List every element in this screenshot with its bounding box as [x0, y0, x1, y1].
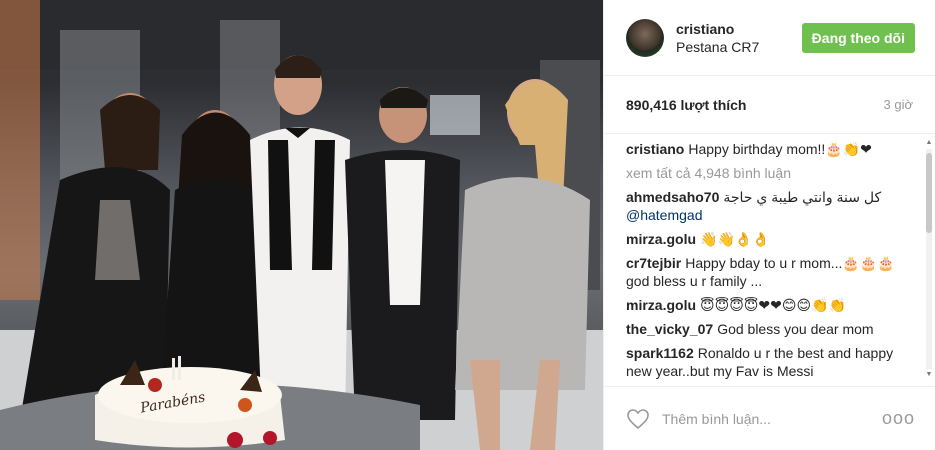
comment-text: كل سنة وانتي طيبة ي حاجة: [723, 189, 882, 205]
caption-username[interactable]: cristiano: [626, 141, 684, 157]
comment-item: the_vicky_07 God bless you dear mom: [626, 320, 913, 338]
post-header: cristiano Pestana CR7 Đang theo dõi: [604, 0, 935, 76]
post-photo[interactable]: Parabéns: [0, 0, 603, 450]
author-username[interactable]: cristiano: [676, 20, 802, 38]
comment-mention[interactable]: @hatemgad: [626, 207, 702, 223]
comments-scrollbar[interactable]: ▲ ▼: [925, 139, 933, 379]
more-options-icon[interactable]: ooo: [882, 408, 915, 429]
avatar[interactable]: [626, 18, 664, 57]
comment-item: mirza.golu 👋👋👌👌: [626, 230, 913, 248]
add-comment-input[interactable]: Thêm bình luận...: [662, 411, 882, 427]
comment-item: cr7tejbir Happy bday to u r mom...🎂🎂🎂 god…: [626, 254, 913, 290]
post-stats: 890,416 lượt thích 3 giờ: [604, 76, 935, 134]
caption-text: Happy birthday mom!!🎂👏❤: [688, 141, 872, 157]
author-info: cristiano Pestana CR7: [676, 20, 802, 56]
comment-text: 😇😇😇😇❤❤😊😊👏👏: [700, 297, 846, 313]
comment-text: 👋👋👌👌: [700, 231, 770, 247]
heart-outline-icon[interactable]: [626, 408, 650, 430]
post-time[interactable]: 3 giờ: [884, 97, 914, 112]
comment-username[interactable]: mirza.golu: [626, 297, 696, 313]
comment-item: ahmedsaho70 كل سنة وانتي طيبة ي حاجة @hat…: [626, 188, 913, 224]
comment-username[interactable]: mirza.golu: [626, 231, 696, 247]
comment-username[interactable]: spark1162: [626, 345, 694, 361]
following-button[interactable]: Đang theo dõi: [801, 22, 915, 53]
comment-username[interactable]: the_vicky_07: [626, 321, 713, 337]
instagram-post: Parabéns cristiano Pestana CR7 Đang theo…: [0, 0, 935, 450]
post-sidebar: cristiano Pestana CR7 Đang theo dõi 890,…: [603, 0, 935, 450]
caption: cristiano Happy birthday mom!!🎂👏❤: [626, 140, 913, 158]
photo-illustration: [0, 0, 603, 450]
scroll-up-icon[interactable]: ▲: [925, 139, 933, 147]
likes-count[interactable]: 890,416 lượt thích: [626, 97, 746, 113]
view-all-comments-link[interactable]: xem tất cả 4,948 bình luận: [626, 164, 913, 182]
scroll-down-icon[interactable]: ▼: [925, 371, 933, 379]
comment-item: spark1162 Ronaldo u r the best and happy …: [626, 344, 913, 380]
comments-list: cristiano Happy birthday mom!!🎂👏❤ xem tất…: [604, 134, 935, 380]
comment-username[interactable]: ahmedsaho70: [626, 189, 719, 205]
scrollbar-thumb[interactable]: [926, 153, 932, 233]
post-footer: Thêm bình luận... ooo: [604, 386, 935, 450]
comment-username[interactable]: cr7tejbir: [626, 255, 681, 271]
comment-item: mirza.golu 😇😇😇😇❤❤😊😊👏👏: [626, 296, 913, 314]
post-location[interactable]: Pestana CR7: [676, 38, 802, 56]
comment-text: God bless you dear mom: [717, 321, 874, 337]
